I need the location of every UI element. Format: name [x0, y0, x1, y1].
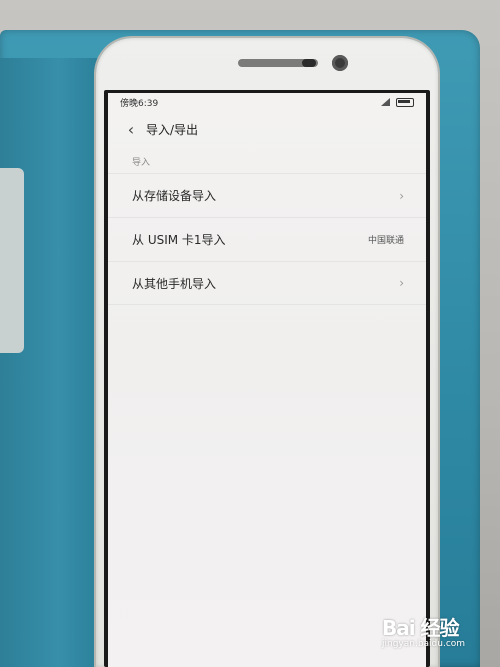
status-time: 傍晚6:39 [120, 98, 159, 109]
import-from-storage-row[interactable]: 从存储设备导入 › [108, 173, 426, 217]
title-bar: ‹ 导入/导出 [108, 113, 426, 145]
status-icons [381, 97, 414, 107]
chevron-right-icon: › [399, 276, 404, 290]
phone-screen: 傍晚6:39 ‹ 导入/导出 导入 从存储设备导入 › 从 USIM 卡1导入 [108, 93, 426, 667]
page-title: 导入/导出 [146, 122, 199, 137]
baidu-jingyan-watermark: Bai 经验 jingyan.baidu.com [382, 612, 494, 658]
signal-icon [381, 98, 390, 106]
watermark-logo: Bai 经验 [382, 616, 460, 640]
chevron-right-icon: › [399, 188, 404, 203]
section-header-import: 导入 [132, 158, 151, 168]
screen-bezel: 傍晚6:39 ‹ 导入/导出 导入 从存储设备导入 › 从 USIM 卡1导入 [104, 90, 430, 667]
status-bar: 傍晚6:39 [108, 93, 426, 111]
case-flap-window [0, 168, 24, 353]
battery-icon [396, 97, 414, 107]
phone-body: 傍晚6:39 ‹ 导入/导出 导入 从存储设备导入 › 从 USIM 卡1导入 [96, 38, 438, 667]
proximity-sensor [302, 59, 316, 67]
phone-case-flap [0, 58, 100, 667]
import-from-usim-row[interactable]: 从 USIM 卡1导入 中国联通 [108, 217, 426, 261]
watermark-site: jingyan.baidu.com [382, 639, 466, 649]
front-camera-icon [332, 55, 348, 71]
carrier-name: 中国联通 [367, 236, 404, 246]
row-label: 从存储设备导入 [132, 189, 217, 203]
import-from-other-phone-row[interactable]: 从其他手机导入 › [108, 261, 426, 305]
row-label: 从其他手机导入 [132, 276, 217, 291]
row-label: 从 USIM 卡1导入 [132, 233, 226, 247]
back-arrow-icon[interactable]: ‹ [116, 114, 146, 144]
import-options-list: 从存储设备导入 › 从 USIM 卡1导入 中国联通 从其他手机导入 › [108, 173, 426, 305]
